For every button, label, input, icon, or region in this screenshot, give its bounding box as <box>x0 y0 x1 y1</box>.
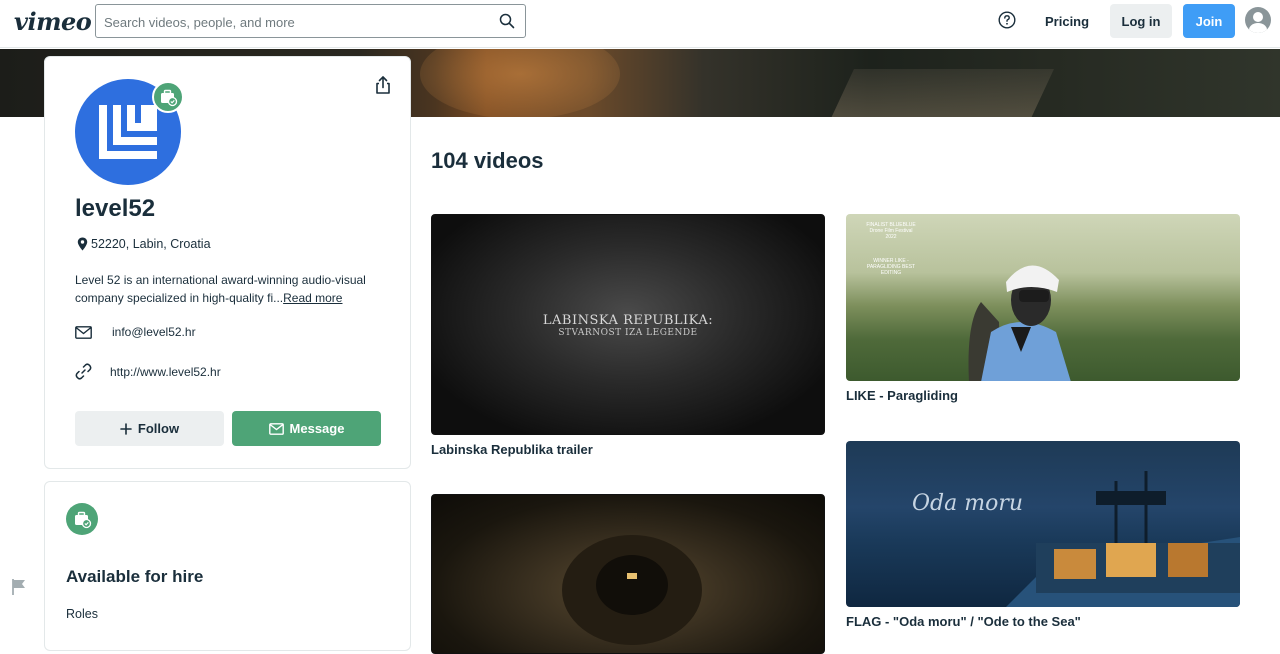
video-count-heading: 104 videos <box>431 148 544 173</box>
report-flag-icon[interactable] <box>11 578 27 596</box>
hire-card: Available for hire Roles <box>44 481 411 651</box>
hire-title: Available for hire <box>66 567 204 586</box>
search-input[interactable] <box>104 13 494 31</box>
tunnel-image <box>562 535 702 645</box>
profile-bio: Level 52 is an international award-winni… <box>75 271 385 307</box>
join-button[interactable]: Join <box>1183 4 1235 38</box>
plus-icon <box>120 422 132 435</box>
user-avatar-icon[interactable] <box>1245 7 1271 33</box>
video-thumbnail[interactable]: Oda moru <box>846 441 1240 607</box>
festival-laurel-finalist: FINALIST BLUEBLUE Drone Film Festival 20… <box>866 222 916 240</box>
help-icon[interactable] <box>998 11 1016 29</box>
video-title[interactable]: Labinska Republika trailer <box>431 442 593 457</box>
mail-icon <box>268 422 284 435</box>
roles-label: Roles <box>66 607 98 621</box>
location-text: 52220, Labin, Croatia <box>91 237 211 251</box>
profile-location: 52220, Labin, Croatia <box>77 237 211 251</box>
thumbnail-subtitle-text: STVARNOST IZA LEGENDE <box>558 328 698 338</box>
message-button[interactable]: Message <box>232 411 381 446</box>
read-more-link[interactable]: Read more <box>283 291 342 305</box>
share-icon[interactable] <box>373 75 393 95</box>
pricing-link[interactable]: Pricing <box>1045 14 1089 29</box>
boat-image <box>1006 471 1240 607</box>
video-thumbnail[interactable]: LABINSKA REPUBLIKA: STVARNOST IZA LEGEND… <box>431 214 825 435</box>
website-row[interactable]: http://www.level52.hr <box>75 363 221 380</box>
festival-laurel-winner: WINNER LIKE - PARAGLIDING BEST EDITING <box>866 258 916 276</box>
video-title[interactable]: LIKE - Paragliding <box>846 388 958 403</box>
profile-name: level52 <box>75 195 156 222</box>
follow-button[interactable]: Follow <box>75 411 224 446</box>
hire-badge-icon <box>152 81 184 113</box>
email-row[interactable]: info@level52.hr <box>75 325 196 339</box>
video-thumbnail[interactable] <box>431 494 825 654</box>
video-thumbnail[interactable]: FINALIST BLUEBLUE Drone Film Festival 20… <box>846 214 1240 381</box>
link-icon <box>75 363 92 380</box>
mail-icon <box>75 325 92 339</box>
message-label: Message <box>289 421 345 436</box>
top-navigation-bar: vimeo Pricing Log in Join <box>0 0 1280 48</box>
location-pin-icon <box>77 237 88 251</box>
paraglider-person-image <box>968 265 1071 381</box>
email-text[interactable]: info@level52.hr <box>112 325 196 339</box>
video-title[interactable]: FLAG - "Oda moru" / "Ode to the Sea" <box>846 614 1081 629</box>
thumbnail-title-text: LABINSKA REPUBLIKA: <box>542 313 714 328</box>
search-box[interactable] <box>95 4 526 38</box>
search-icon[interactable] <box>499 13 515 29</box>
profile-card: level52 52220, Labin, Croatia Level 52 i… <box>44 56 411 469</box>
briefcase-icon <box>66 503 98 535</box>
website-text[interactable]: http://www.level52.hr <box>110 365 221 379</box>
login-button[interactable]: Log in <box>1110 4 1172 38</box>
level52-logo-icon <box>99 105 157 159</box>
vimeo-logo[interactable]: vimeo <box>14 7 92 36</box>
follow-label: Follow <box>137 421 180 436</box>
